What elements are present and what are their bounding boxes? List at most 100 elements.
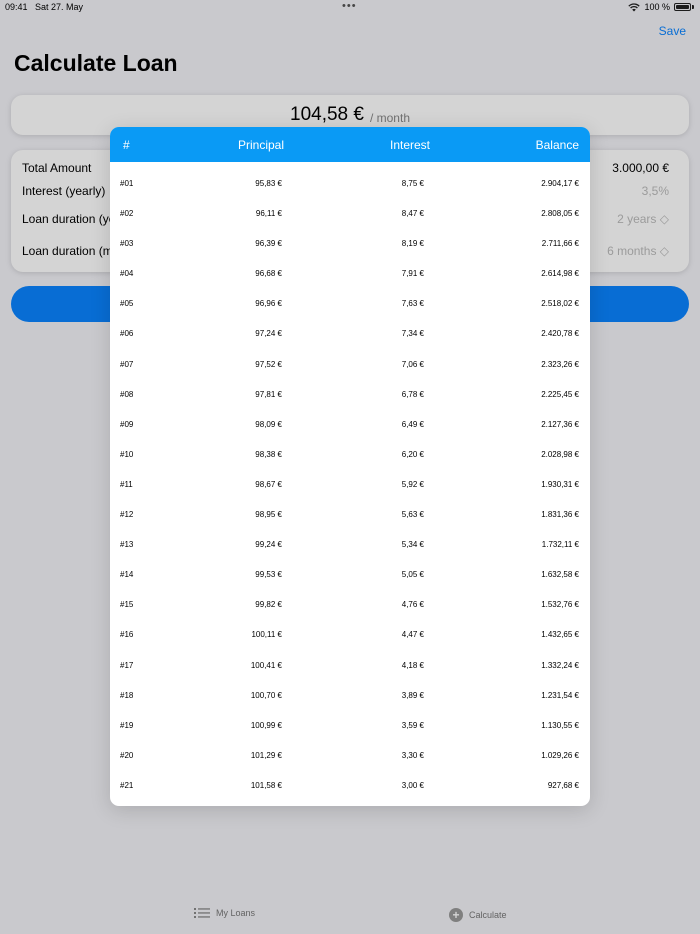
row-principal: 98,38 € [255,449,282,459]
row-principal: 98,67 € [255,479,282,489]
row-number: #06 [120,329,134,339]
row-interest: 5,34 € [401,540,424,550]
row-balance: 1.632,58 € [541,570,579,580]
table-row: #18 100,70 € 3,89 € 1.231,54 € [110,674,590,704]
row-balance: 1.332,24 € [541,660,579,670]
row-principal: 100,70 € [250,690,282,700]
table-row: #11 98,67 € 5,92 € 1.930,31 € [110,463,590,493]
table-row: #19 100,99 € 3,59 € 1.130,55 € [110,704,590,734]
row-number: #20 [120,750,134,760]
row-number: #02 [120,209,134,219]
row-balance: 1.231,54 € [541,690,579,700]
row-principal: 96,68 € [255,269,282,279]
table-row: #02 96,11 € 8,47 € 2.808,05 € [110,192,590,222]
row-balance: 2.127,36 € [541,419,579,429]
table-row: #03 96,39 € 8,19 € 2.711,66 € [110,222,590,252]
table-row: #15 99,82 € 4,76 € 1.532,76 € [110,583,590,613]
row-interest: 4,76 € [401,600,424,610]
amortization-table[interactable]: #01 95,83 € 8,75 € 2.904,17 € #02 96,11 € 8,47… [110,162,590,794]
row-interest: 4,47 € [401,630,424,640]
row-principal: 96,11 € [255,209,282,219]
table-row: #04 96,68 € 7,91 € 2.614,98 € [110,252,590,282]
table-row: #21 101,58 € 3,00 € 927,68 € [110,764,590,794]
row-principal: 96,39 € [255,239,282,249]
row-interest: 5,92 € [401,479,424,489]
header-balance: Balance [535,138,579,152]
row-interest: 7,91 € [401,269,424,279]
row-interest: 7,34 € [401,329,424,339]
row-interest: 8,75 € [401,179,424,188]
row-principal: 97,52 € [255,359,282,369]
row-balance: 2.028,98 € [541,449,579,459]
table-header: # Principal Interest Balance [110,127,590,162]
table-row: #07 97,52 € 7,06 € 2.323,26 € [110,343,590,373]
row-number: #07 [120,359,134,369]
table-row: #12 98,95 € 5,63 € 1.831,36 € [110,493,590,523]
row-number: #13 [120,540,134,550]
header-principal: Principal [238,138,285,152]
row-balance: 2.323,26 € [541,359,579,369]
table-row: #20 101,29 € 3,30 € 1.029,26 € [110,734,590,764]
row-number: #10 [120,449,134,459]
row-principal: 100,99 € [250,720,282,730]
row-number: #03 [120,239,134,249]
row-interest: 4,18 € [401,660,424,670]
row-interest: 8,47 € [401,209,424,219]
row-number: #17 [120,660,134,670]
row-balance: 2.420,78 € [541,329,579,339]
row-number: #19 [120,720,134,730]
row-interest: 7,06 € [401,359,424,369]
row-interest: 5,63 € [401,510,424,520]
row-principal: 98,09 € [255,419,282,429]
table-row: #09 98,09 € 6,49 € 2.127,36 € [110,403,590,433]
amortization-modal: # Principal Interest Balance #01 95,83 € 8… [110,127,590,806]
row-number: #08 [120,389,134,399]
row-balance: 1.930,31 € [541,479,579,489]
row-balance: 1.029,26 € [541,750,579,760]
row-balance: 2.614,98 € [541,269,579,279]
row-number: #18 [120,690,134,700]
row-interest: 6,78 € [401,389,424,399]
table-row: #14 99,53 € 5,05 € 1.632,58 € [110,553,590,583]
row-balance: 1.130,55 € [541,720,579,730]
row-interest: 3,00 € [401,780,424,790]
header-number: # [123,138,130,152]
row-number: #01 [120,179,134,188]
row-principal: 100,41 € [250,660,282,670]
table-row: #17 100,41 € 4,18 € 1.332,24 € [110,644,590,674]
row-number: #11 [120,479,133,489]
table-row: #10 98,38 € 6,20 € 2.028,98 € [110,433,590,463]
table-row: #08 97,81 € 6,78 € 2.225,45 € [110,373,590,403]
row-principal: 97,81 € [255,389,282,399]
row-number: #04 [120,269,134,279]
row-principal: 101,29 € [250,750,282,760]
row-balance: 1.732,11 € [541,540,579,550]
row-principal: 96,96 € [255,299,282,309]
table-row: #06 97,24 € 7,34 € 2.420,78 € [110,312,590,342]
row-principal: 99,82 € [255,600,282,610]
row-principal: 97,24 € [255,329,282,339]
row-number: #12 [120,510,134,520]
row-number: #16 [120,630,134,640]
row-interest: 6,49 € [401,419,424,429]
row-balance: 2.711,66 € [541,239,579,249]
row-balance: 1.532,76 € [541,600,579,610]
table-row: #16 100,11 € 4,47 € 1.432,65 € [110,613,590,643]
row-number: #09 [120,419,134,429]
row-balance: 1.432,65 € [541,630,579,640]
row-number: #14 [120,570,134,580]
row-interest: 3,59 € [401,720,424,730]
row-interest: 8,19 € [401,239,424,249]
row-balance: 2.808,05 € [541,209,579,219]
row-principal: 98,95 € [255,510,282,520]
table-row: #05 96,96 € 7,63 € 2.518,02 € [110,282,590,312]
row-number: #21 [120,780,134,790]
row-principal: 101,58 € [250,780,282,790]
row-principal: 99,24 € [255,540,282,550]
row-principal: 99,53 € [255,570,282,580]
row-balance: 1.831,36 € [541,510,579,520]
row-principal: 95,83 € [255,179,282,188]
row-balance: 927,68 € [547,780,579,790]
row-interest: 3,89 € [401,690,424,700]
header-interest: Interest [390,138,431,152]
